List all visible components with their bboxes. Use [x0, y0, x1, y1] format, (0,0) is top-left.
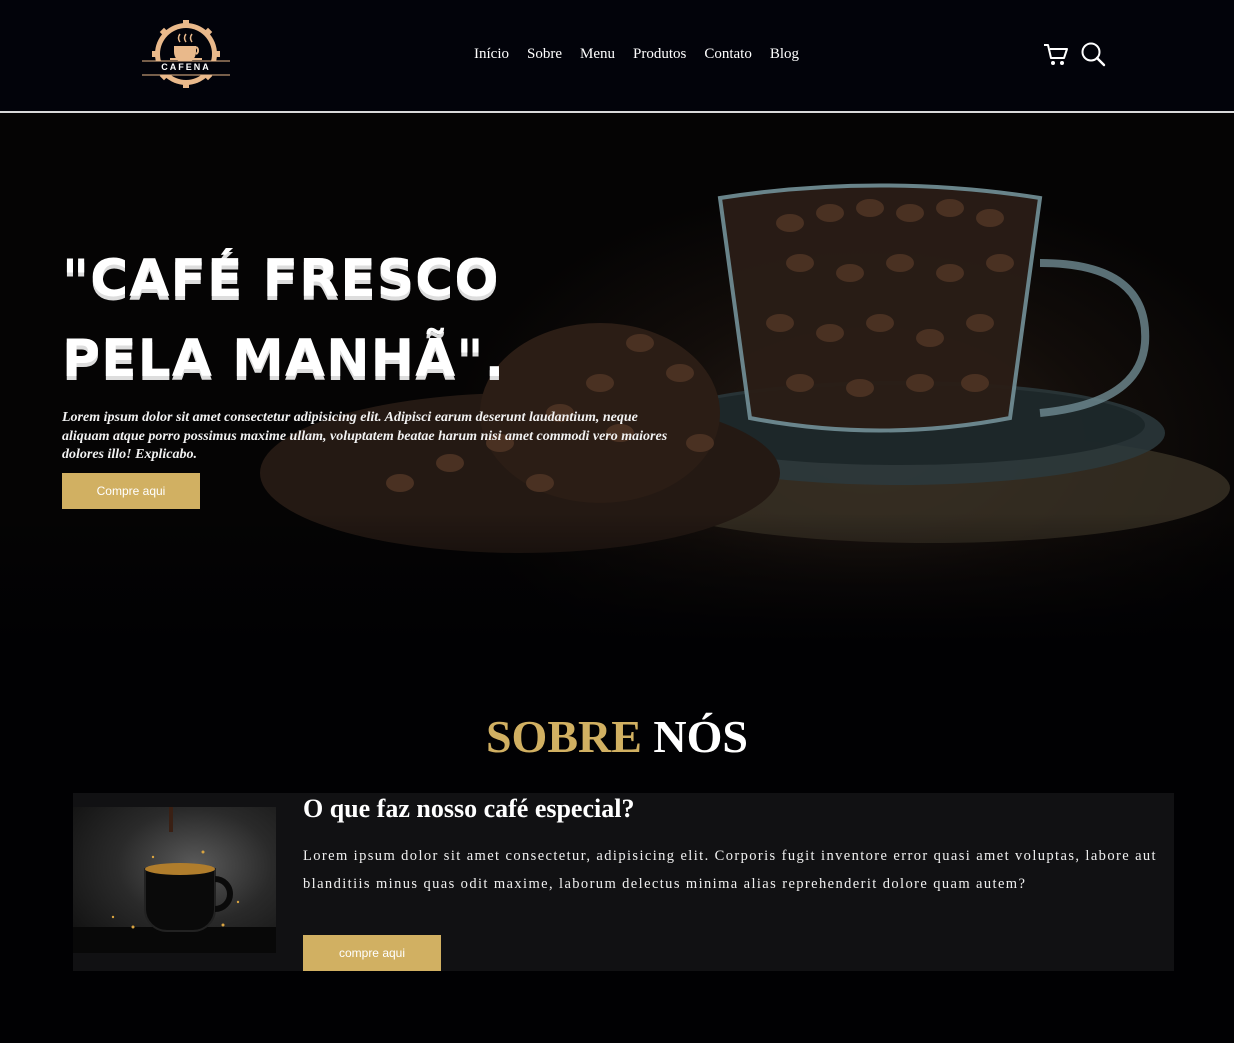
about-card-title: O que faz nosso café especial? [303, 794, 635, 823]
nav-item-menu[interactable]: Menu [580, 46, 615, 63]
coffee-cup-photo [73, 807, 276, 953]
about-card: O que faz nosso café especial? Lorem ips… [73, 793, 1174, 971]
about-title: SOBRE NÓS [0, 710, 1234, 763]
cafe-cup-icon [140, 20, 232, 88]
about-title-white: NÓS [653, 711, 749, 762]
nav-item-inicio[interactable]: Início [474, 46, 509, 63]
nav-item-contato[interactable]: Contato [704, 46, 752, 63]
site-header: CAFENA Início Sobre Menu Produtos Contat… [0, 0, 1234, 112]
hero-bottom-fade [0, 513, 1234, 643]
nav-item-blog[interactable]: Blog [770, 46, 799, 63]
hero-title-line-2: PELA MANHÃ". [62, 329, 506, 389]
hero-section: "CAFÉ FRESCO PELA MANHÃ". Lorem ipsum do… [0, 113, 1234, 643]
search-icon[interactable] [1079, 40, 1107, 68]
logo-text: CAFENA [161, 62, 211, 72]
hero-description: Lorem ipsum dolor sit amet consectetur a… [62, 410, 668, 462]
about-buy-button[interactable]: compre aqui [303, 935, 441, 971]
hero-buy-button[interactable]: Compre aqui [62, 473, 200, 509]
cafena-logo[interactable]: CAFENA [140, 16, 232, 92]
main-nav: Início Sobre Menu Produtos Contato Blog [474, 46, 799, 63]
hero-title-line-1: "CAFÉ FRESCO [62, 249, 500, 309]
about-title-gold: SOBRE [485, 711, 642, 762]
cart-icon[interactable] [1042, 40, 1070, 68]
about-card-text: Lorem ipsum dolor sit amet consectetur, … [303, 848, 1157, 892]
nav-item-sobre[interactable]: Sobre [527, 46, 562, 63]
nav-item-produtos[interactable]: Produtos [633, 46, 686, 63]
